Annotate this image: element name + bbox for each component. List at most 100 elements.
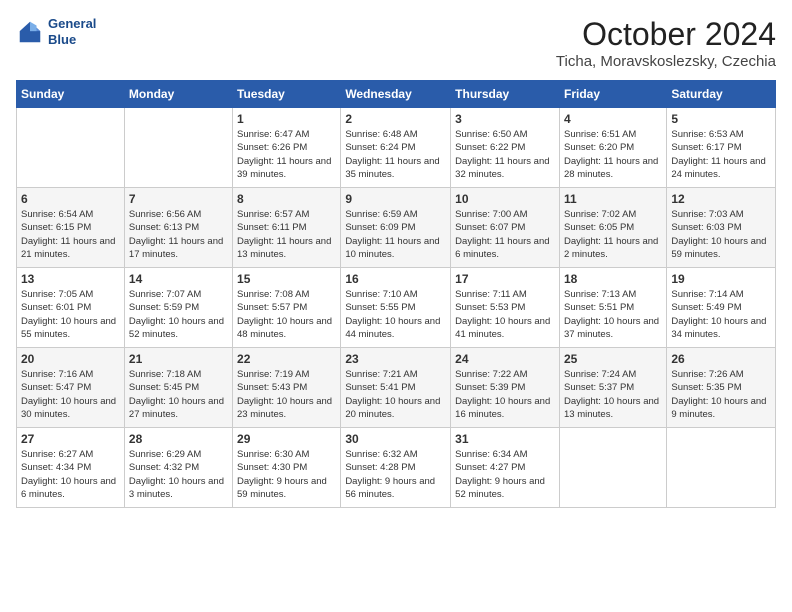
calendar-cell: 31 Sunrise: 6:34 AM Sunset: 4:27 PM Dayli… <box>451 428 560 508</box>
day-number: 5 <box>671 112 771 126</box>
calendar-cell: 19Sunrise: 7:14 AM Sunset: 5:49 PM Dayli… <box>667 268 776 348</box>
day-number: 28 <box>129 432 228 446</box>
weekday-header-cell: Saturday <box>667 81 776 108</box>
calendar-cell: 26 Sunrise: 7:26 AM Sunset: 5:35 PM Dayli… <box>667 348 776 428</box>
day-info: Sunrise: 7:21 AM Sunset: 5:41 PM Dayligh… <box>345 368 446 421</box>
calendar-cell: 15Sunrise: 7:08 AM Sunset: 5:57 PM Dayli… <box>233 268 341 348</box>
calendar-body: 1 Sunrise: 6:47 AM Sunset: 6:26 PM Daylig… <box>17 108 776 508</box>
weekday-header-cell: Sunday <box>17 81 125 108</box>
day-info: Sunrise: 7:13 AM Sunset: 5:51 PM Dayligh… <box>564 288 662 341</box>
day-info: Sunrise: 6:56 AM Sunset: 6:13 PM Dayligh… <box>129 208 228 261</box>
calendar-cell: 23 Sunrise: 7:21 AM Sunset: 5:41 PM Dayli… <box>341 348 451 428</box>
calendar-cell: 14 Sunrise: 7:07 AM Sunset: 5:59 PM Dayli… <box>124 268 232 348</box>
calendar-cell: 12Sunrise: 7:03 AM Sunset: 6:03 PM Dayli… <box>667 188 776 268</box>
weekday-header-cell: Tuesday <box>233 81 341 108</box>
day-info: Sunrise: 7:14 AM Sunset: 5:49 PM Dayligh… <box>671 288 771 341</box>
calendar-cell <box>17 108 125 188</box>
day-info: Sunrise: 6:48 AM Sunset: 6:24 PM Dayligh… <box>345 128 446 181</box>
calendar-cell: 30 Sunrise: 6:32 AM Sunset: 4:28 PM Dayli… <box>341 428 451 508</box>
calendar-cell: 28Sunrise: 6:29 AM Sunset: 4:32 PM Dayli… <box>124 428 232 508</box>
logo-icon <box>16 18 44 46</box>
day-number: 31 <box>455 432 555 446</box>
day-number: 8 <box>237 192 336 206</box>
calendar-week-row: 27 Sunrise: 6:27 AM Sunset: 4:34 PM Dayli… <box>17 428 776 508</box>
weekday-header-cell: Wednesday <box>341 81 451 108</box>
day-info: Sunrise: 7:26 AM Sunset: 5:35 PM Dayligh… <box>671 368 771 421</box>
weekday-header-cell: Friday <box>559 81 666 108</box>
calendar-cell: 11 Sunrise: 7:02 AM Sunset: 6:05 PM Dayli… <box>559 188 666 268</box>
location-title: Ticha, Moravskoslezsky, Czechia <box>556 53 776 70</box>
weekday-header-cell: Thursday <box>451 81 560 108</box>
day-info: Sunrise: 6:34 AM Sunset: 4:27 PM Dayligh… <box>455 448 555 501</box>
day-info: Sunrise: 7:18 AM Sunset: 5:45 PM Dayligh… <box>129 368 228 421</box>
calendar-cell: 1 Sunrise: 6:47 AM Sunset: 6:26 PM Daylig… <box>233 108 341 188</box>
day-number: 15 <box>237 272 336 286</box>
calendar-week-row: 20Sunrise: 7:16 AM Sunset: 5:47 PM Dayli… <box>17 348 776 428</box>
day-info: Sunrise: 6:32 AM Sunset: 4:28 PM Dayligh… <box>345 448 446 501</box>
logo: General Blue <box>16 16 96 47</box>
calendar-cell: 3 Sunrise: 6:50 AM Sunset: 6:22 PM Daylig… <box>451 108 560 188</box>
day-info: Sunrise: 7:19 AM Sunset: 5:43 PM Dayligh… <box>237 368 336 421</box>
day-number: 9 <box>345 192 446 206</box>
day-info: Sunrise: 6:27 AM Sunset: 4:34 PM Dayligh… <box>21 448 120 501</box>
day-number: 18 <box>564 272 662 286</box>
day-number: 6 <box>21 192 120 206</box>
day-number: 24 <box>455 352 555 366</box>
title-area: October 2024 Ticha, Moravskoslezsky, Cze… <box>556 16 776 70</box>
day-number: 2 <box>345 112 446 126</box>
calendar-cell: 20Sunrise: 7:16 AM Sunset: 5:47 PM Dayli… <box>17 348 125 428</box>
calendar-cell: 6 Sunrise: 6:54 AM Sunset: 6:15 PM Daylig… <box>17 188 125 268</box>
day-number: 11 <box>564 192 662 206</box>
calendar-cell: 9 Sunrise: 6:59 AM Sunset: 6:09 PM Daylig… <box>341 188 451 268</box>
day-number: 12 <box>671 192 771 206</box>
day-info: Sunrise: 7:11 AM Sunset: 5:53 PM Dayligh… <box>455 288 555 341</box>
day-number: 13 <box>21 272 120 286</box>
calendar-cell: 29Sunrise: 6:30 AM Sunset: 4:30 PM Dayli… <box>233 428 341 508</box>
day-number: 22 <box>237 352 336 366</box>
calendar-cell: 5Sunrise: 6:53 AM Sunset: 6:17 PM Daylig… <box>667 108 776 188</box>
calendar-cell: 7 Sunrise: 6:56 AM Sunset: 6:13 PM Daylig… <box>124 188 232 268</box>
day-info: Sunrise: 7:24 AM Sunset: 5:37 PM Dayligh… <box>564 368 662 421</box>
day-number: 16 <box>345 272 446 286</box>
day-number: 3 <box>455 112 555 126</box>
calendar-cell: 10Sunrise: 7:00 AM Sunset: 6:07 PM Dayli… <box>451 188 560 268</box>
day-info: Sunrise: 6:59 AM Sunset: 6:09 PM Dayligh… <box>345 208 446 261</box>
day-number: 14 <box>129 272 228 286</box>
day-info: Sunrise: 7:10 AM Sunset: 5:55 PM Dayligh… <box>345 288 446 341</box>
day-info: Sunrise: 6:54 AM Sunset: 6:15 PM Dayligh… <box>21 208 120 261</box>
calendar-cell: 27 Sunrise: 6:27 AM Sunset: 4:34 PM Dayli… <box>17 428 125 508</box>
month-title: October 2024 <box>556 16 776 53</box>
day-number: 21 <box>129 352 228 366</box>
day-number: 30 <box>345 432 446 446</box>
weekday-header-row: SundayMondayTuesdayWednesdayThursdayFrid… <box>17 81 776 108</box>
calendar-cell <box>559 428 666 508</box>
page-header: General Blue October 2024 Ticha, Moravsk… <box>16 16 776 70</box>
day-info: Sunrise: 7:07 AM Sunset: 5:59 PM Dayligh… <box>129 288 228 341</box>
calendar-cell: 16 Sunrise: 7:10 AM Sunset: 5:55 PM Dayli… <box>341 268 451 348</box>
day-info: Sunrise: 6:30 AM Sunset: 4:30 PM Dayligh… <box>237 448 336 501</box>
calendar-cell: 22 Sunrise: 7:19 AM Sunset: 5:43 PM Dayli… <box>233 348 341 428</box>
day-number: 1 <box>237 112 336 126</box>
day-number: 17 <box>455 272 555 286</box>
day-info: Sunrise: 6:50 AM Sunset: 6:22 PM Dayligh… <box>455 128 555 181</box>
day-number: 7 <box>129 192 228 206</box>
logo-text: General Blue <box>48 16 96 47</box>
day-number: 23 <box>345 352 446 366</box>
day-info: Sunrise: 6:47 AM Sunset: 6:26 PM Dayligh… <box>237 128 336 181</box>
day-number: 27 <box>21 432 120 446</box>
day-info: Sunrise: 7:02 AM Sunset: 6:05 PM Dayligh… <box>564 208 662 261</box>
calendar-cell: 2 Sunrise: 6:48 AM Sunset: 6:24 PM Daylig… <box>341 108 451 188</box>
calendar-cell: 17 Sunrise: 7:11 AM Sunset: 5:53 PM Dayli… <box>451 268 560 348</box>
calendar-cell: 8 Sunrise: 6:57 AM Sunset: 6:11 PM Daylig… <box>233 188 341 268</box>
day-info: Sunrise: 6:51 AM Sunset: 6:20 PM Dayligh… <box>564 128 662 181</box>
calendar-cell: 24Sunrise: 7:22 AM Sunset: 5:39 PM Dayli… <box>451 348 560 428</box>
day-number: 26 <box>671 352 771 366</box>
calendar-cell <box>124 108 232 188</box>
day-number: 4 <box>564 112 662 126</box>
calendar-cell: 4 Sunrise: 6:51 AM Sunset: 6:20 PM Daylig… <box>559 108 666 188</box>
day-number: 20 <box>21 352 120 366</box>
calendar-cell: 25 Sunrise: 7:24 AM Sunset: 5:37 PM Dayli… <box>559 348 666 428</box>
day-number: 25 <box>564 352 662 366</box>
calendar-cell <box>667 428 776 508</box>
day-info: Sunrise: 6:57 AM Sunset: 6:11 PM Dayligh… <box>237 208 336 261</box>
